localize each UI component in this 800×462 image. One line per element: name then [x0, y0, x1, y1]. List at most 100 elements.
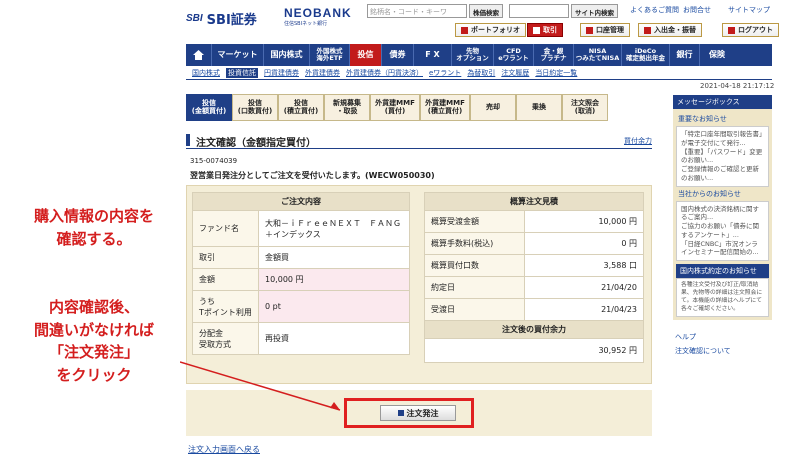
stock-search-input[interactable]: 銘柄名・コード・キーワ	[367, 4, 467, 18]
notice-item[interactable]: 国内株式の決済銘柄に関するご案内...	[681, 205, 764, 223]
annotation-click-line4: をクリック	[56, 365, 132, 384]
subnav-domestic-stock[interactable]: 国内株式	[192, 68, 220, 78]
gnav-futures[interactable]: 先物 オプション	[452, 44, 494, 66]
tab-fund-reserve[interactable]: 投信 (積立買付)	[278, 94, 324, 121]
important-item[interactable]: 「特定口座年間取引報告書」が電子交付にて発行...	[681, 130, 764, 148]
tab-foreign-mmf-reserve[interactable]: 外貨建MMF (積立買付)	[420, 94, 470, 121]
site-search-button[interactable]: サイト内検索	[571, 4, 618, 18]
back-to-input-link[interactable]: 注文入力画面へ戻る	[188, 444, 260, 455]
tpoint-label: うち Tポイント利用	[192, 290, 259, 323]
annotation-click-line2: 間違いがなければ	[33, 320, 154, 339]
neobank-logo[interactable]: NEOBANK 住信SBIネット銀行	[284, 6, 352, 27]
after-order-header: 注文後の買付余力	[424, 320, 644, 339]
fee-value: 0 円	[524, 232, 644, 255]
header: SBI SBI証券 NEOBANK 住信SBIネット銀行 銘柄名・コード・キーワ…	[0, 0, 800, 44]
deal-notice-header: 国内株式約定のお知らせ	[676, 264, 769, 279]
portfolio-button[interactable]: ポートフォリオ	[455, 23, 526, 37]
subnav-foreign-bond-yen[interactable]: 外貨建債券（円貨決済）	[346, 68, 423, 78]
gnav-insurance[interactable]: 保険	[700, 44, 734, 66]
datetime: 2021-04-18 21:17:12	[700, 82, 775, 90]
tab-foreign-mmf[interactable]: 外貨建MMF (買付)	[370, 94, 420, 121]
tab-fund-units[interactable]: 投信 (口数買付)	[232, 94, 278, 121]
annotation-check: 購入情報の内容を 確認する。	[8, 205, 180, 250]
highlight-box	[344, 398, 474, 428]
gnav-domestic-stock[interactable]: 国内株式	[264, 44, 310, 66]
page-title: 注文確認（金額指定買付）	[196, 138, 316, 149]
trade-type-value: 金額買	[258, 246, 410, 269]
important-item[interactable]: ご登録情報のご確認と更新のお願い...	[681, 165, 764, 183]
tab-new-offering[interactable]: 新規募集 ・取扱	[324, 94, 370, 121]
trade-type-label: 取引	[192, 246, 259, 269]
important-title[interactable]: 重要なお知らせ	[676, 112, 769, 126]
important-item[interactable]: 【重要】「パスワード」変更のお願い...	[681, 148, 764, 166]
tab-order-inquiry[interactable]: 注文照会 (取消)	[562, 94, 608, 121]
important-panel: 重要なお知らせ 「特定口座年間取引報告書」が電子交付にて発行... 【重要】「パ…	[673, 109, 772, 321]
stock-search-button[interactable]: 株価検索	[469, 4, 503, 18]
annotation-check-line2: 確認する。	[56, 229, 132, 248]
order-number: 315-0074039	[190, 157, 238, 165]
subnav-today-executions[interactable]: 当日約定一覧	[535, 68, 577, 78]
trade-label: 取引	[543, 26, 557, 34]
notice-title[interactable]: 当社からのお知らせ	[676, 187, 769, 201]
sitemap-link[interactable]: サイトマップ	[728, 5, 770, 15]
tradable-amount-link[interactable]: 買付余力	[624, 136, 652, 146]
faq-link[interactable]: よくあるご質問	[630, 5, 679, 15]
logout-button[interactable]: ログアウト	[722, 23, 779, 37]
gnav-fund[interactable]: 投信	[350, 44, 382, 66]
subnav-divider	[186, 79, 772, 80]
amount-label: 金額	[192, 268, 259, 291]
gnav-gold[interactable]: 金・銀 プラチナ	[534, 44, 574, 66]
delivery-amount-label: 概算受渡金額	[424, 210, 525, 233]
units-label: 概算買付口数	[424, 254, 525, 277]
trade-icon	[533, 26, 540, 34]
contact-link[interactable]: お問合せ	[683, 5, 711, 15]
account-label: 口座管理	[596, 26, 624, 34]
estimate-table: 概算注文見積 概算受渡金額 10,000 円 概算手数料(税込) 0 円 概算買…	[424, 192, 644, 363]
tab-sell[interactable]: 売却	[470, 94, 516, 121]
annotation-click-line1: 内容確認後、	[48, 298, 139, 316]
gnav-fx[interactable]: F X	[414, 44, 452, 66]
tab-fund-amount[interactable]: 投信 (金額買付)	[186, 94, 232, 121]
important-list: 「特定口座年間取引報告書」が電子交付にて発行... 【重要】「パスワード」変更の…	[676, 126, 769, 187]
deposit-button[interactable]: 入出金・振替	[638, 23, 702, 37]
account-button[interactable]: 口座管理	[580, 23, 630, 37]
gnav-cfd[interactable]: CFD eワラント	[494, 44, 534, 66]
subnav-fx-trade[interactable]: 為替取引	[467, 68, 495, 78]
dividend-label: 分配金 受取方式	[192, 322, 259, 355]
sub-nav: 国内株式 投資信託 円貨建債券 外貨建債券 外貨建債券（円貨決済） eワラント …	[192, 68, 577, 78]
annotation-click-line3: 「注文発注」	[48, 343, 139, 361]
sbi-logo[interactable]: SBI SBI証券	[186, 9, 257, 28]
trade-date-label: 約定日	[424, 276, 525, 299]
trade-button[interactable]: 取引	[527, 23, 563, 37]
home-icon[interactable]	[186, 44, 212, 66]
notice-item[interactable]: 「日経CNBC」市況オンラインセミナー配信開始の...	[681, 240, 764, 258]
subnav-order-history[interactable]: 注文履歴	[501, 68, 529, 78]
logout-label: ログアウト	[738, 26, 773, 34]
notice-item[interactable]: ご協力のお願い「債券に関するアンケート」...	[681, 222, 764, 240]
sbi-mark: SBI	[186, 13, 203, 24]
amount-value: 10,000 円	[258, 268, 410, 291]
subnav-ewarrant[interactable]: eワラント	[429, 68, 461, 78]
subnav-fund[interactable]: 投資信託	[226, 68, 258, 78]
gnav-ideco[interactable]: iDeCo 確定拠出年金	[622, 44, 670, 66]
estimate-header: 概算注文見積	[424, 192, 644, 211]
trade-tabs: 投信 (金額買付) 投信 (口数買付) 投信 (積立買付) 新規募集 ・取扱 外…	[186, 94, 608, 121]
tab-switch[interactable]: 乗換	[516, 94, 562, 121]
settle-date-label: 受渡日	[424, 298, 525, 321]
gnav-nisa[interactable]: NISA つみたてNISA	[574, 44, 622, 66]
trade-date-value: 21/04/20	[524, 276, 644, 299]
global-nav: マーケット 国内株式 外国株式 海外ETF 投信 債券 F X 先物 オプション…	[186, 44, 772, 66]
subnav-yen-bond[interactable]: 円貨建債券	[264, 68, 299, 78]
gnav-market[interactable]: マーケット	[212, 44, 264, 66]
site-search-input[interactable]	[509, 4, 569, 18]
sbi-name: SBI証券	[206, 13, 257, 28]
subnav-foreign-bond[interactable]: 外貨建債券	[305, 68, 340, 78]
gnav-foreign-stock[interactable]: 外国株式 海外ETF	[310, 44, 350, 66]
order-confirm-help-link[interactable]: 注文確認について	[673, 344, 772, 358]
portfolio-icon	[461, 26, 468, 34]
sidebar: メッセージボックス 重要なお知らせ 「特定口座年間取引報告書」が電子交付にて発行…	[673, 95, 772, 358]
fund-name-label: ファンド名	[192, 210, 259, 247]
gnav-bank[interactable]: 銀行	[670, 44, 700, 66]
help-link[interactable]: ヘルプ	[673, 330, 772, 344]
gnav-bond[interactable]: 債券	[382, 44, 414, 66]
